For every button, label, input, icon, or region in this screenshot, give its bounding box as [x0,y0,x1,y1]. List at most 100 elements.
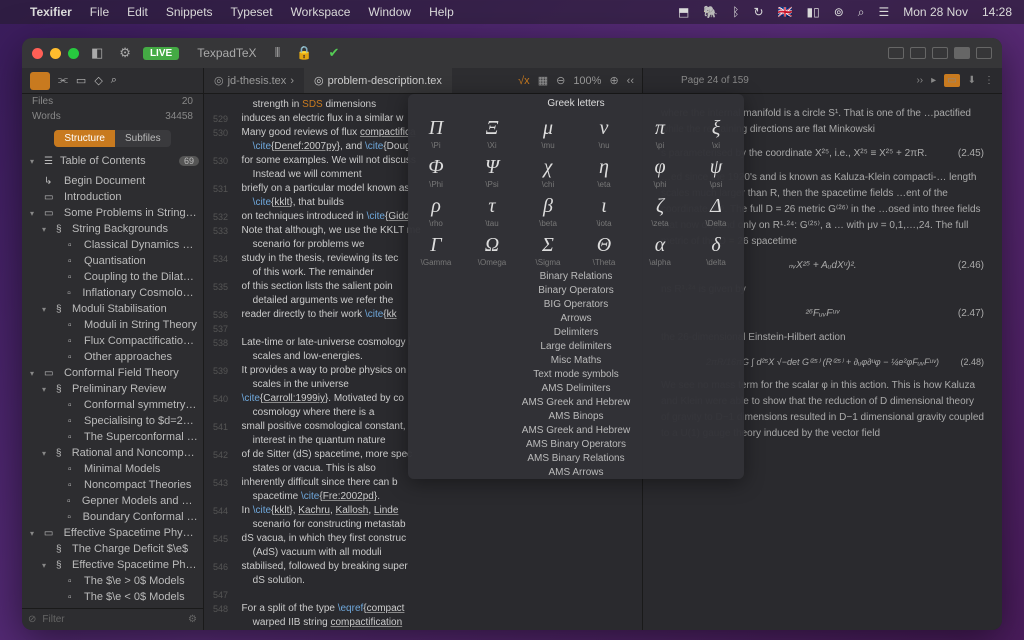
menu-typeset[interactable]: Typeset [231,5,273,19]
layout-btn-3[interactable] [932,47,948,59]
symbol-cell[interactable]: Θ\Theta [576,230,632,269]
outline-item[interactable]: ▾§Preliminary Review [22,381,203,397]
symbol-cell[interactable]: Γ\Gamma [408,230,464,269]
next-page-icon[interactable]: ▸ [931,75,936,86]
outline-item[interactable]: ▫Gepner Models and Exa… [22,493,203,509]
outline-item[interactable]: ▾§Effective Spacetime Ph… [22,557,203,573]
link-icon[interactable]: ⫘ [58,74,68,87]
outline-item[interactable]: ▫Specialising to $d=2… [22,413,203,429]
outline-item[interactable]: ▾▭Conformal Field Theory [22,365,203,381]
symbol-cell[interactable]: τ\tau [464,191,520,230]
toc-header[interactable]: ▾☰ Table of Contents 69 [22,153,203,169]
prev-page-icon[interactable]: ›› [916,75,923,86]
outline-item[interactable]: §The Charge Deficit $\e$ [22,541,203,557]
palette-category[interactable]: Text mode symbols [408,367,744,381]
layout-btn-1[interactable] [888,47,904,59]
symbol-cell[interactable]: Ξ\Xi [464,113,520,152]
symbol-cell[interactable]: Ω\Omega [464,230,520,269]
menu-snippets[interactable]: Snippets [166,5,213,19]
spotlight-icon[interactable]: ⌕ [858,5,865,20]
palette-category[interactable]: AMS Greek and Hebrew [408,395,744,409]
grid-icon[interactable]: ▦ [538,74,548,87]
control-center-icon[interactable]: ☰ [879,5,890,19]
seg-structure[interactable]: Structure [54,130,115,147]
menu-edit[interactable]: Edit [127,5,148,19]
minimize-button[interactable] [50,48,61,59]
symbol-cell[interactable]: α\alpha [632,230,688,269]
symbol-cell[interactable]: ρ\rho [408,191,464,230]
symbol-cell[interactable]: π\pi [632,113,688,152]
battery-icon[interactable]: ▮▯ [806,5,819,19]
zoom-out-icon[interactable]: ⊖ [556,74,565,87]
outline-item[interactable]: ▫Noncompact Theories [22,477,203,493]
date[interactable]: Mon 28 Nov [903,5,968,19]
symbol-cell[interactable]: ι\iota [576,191,632,230]
palette-category[interactable]: AMS Binary Relations [408,451,744,465]
outline-item[interactable]: ▫The $\e > 0$ Models [22,573,203,589]
flag-icon[interactable]: 🇬🇧 [778,5,793,19]
tab-jd-thesis[interactable]: ◎jd-thesis.tex› [204,68,304,93]
symbol-cell[interactable]: μ\mu [520,113,576,152]
layout-btn-4[interactable] [954,47,970,59]
more-icon[interactable]: ⋮ [984,75,994,86]
layout-btn-5[interactable] [976,47,992,59]
symbol-cell[interactable]: β\beta [520,191,576,230]
palette-category[interactable]: Misc Maths [408,353,744,367]
layout-btn-2[interactable] [910,47,926,59]
outline-item[interactable]: ▫Moduli in String Theory [22,317,203,333]
symbol-cell[interactable]: ζ\zeta [632,191,688,230]
outline-item[interactable]: ▾§Rational and Noncompa… [22,445,203,461]
outline-item[interactable]: ▫The $\e < 0$ Models [22,589,203,605]
symbol-cell[interactable]: Φ\Phi [408,152,464,191]
outline-item[interactable]: ▫Boundary Conformal Fi… [22,509,203,525]
outline-item[interactable]: ▾§String Backgrounds [22,221,203,237]
symbol-cell[interactable]: η\eta [576,152,632,191]
check-icon[interactable]: ✔ [324,45,343,61]
menu-window[interactable]: Window [368,5,411,19]
palette-category[interactable]: Large delimiters [408,339,744,353]
symbol-cell[interactable]: ξ\xi [688,113,744,152]
outline-item[interactable]: ▫Inflationary Cosmology … [22,285,203,301]
dropbox-icon[interactable]: ⬒ [678,5,689,19]
outline-item[interactable]: ▾▭Effective Spacetime Physi… [22,525,203,541]
close-button[interactable] [32,48,43,59]
palette-category[interactable]: AMS Arrows [408,465,744,479]
outline-item[interactable]: ▫Other approaches [22,349,203,365]
zoom-in-icon[interactable]: ⊕ [609,74,618,87]
nav-back-icon[interactable]: ‹‹ [627,75,634,87]
outline-item[interactable]: ▭Introduction [22,189,203,205]
fit-icon[interactable]: ▭ [944,74,959,87]
palette-category[interactable]: Delimiters [408,325,744,339]
tag-icon[interactable]: ◇ [94,74,102,87]
symbol-cell[interactable]: Ψ\Psi [464,152,520,191]
live-badge[interactable]: LIVE [143,47,179,60]
lock-icon[interactable]: 🔒 [292,45,316,61]
sidebar-toggle-icon[interactable]: ◧ [87,45,107,61]
outline-item[interactable]: ▫The Superconformal … [22,429,203,445]
palette-category[interactable]: Binary Operators [408,283,744,297]
zoom-button[interactable] [68,48,79,59]
outline-item[interactable]: ▫Conformal symmetry … [22,397,203,413]
export-icon[interactable]: ⬇ [968,75,976,86]
outline-item[interactable]: ▫Quantisation [22,253,203,269]
symbol-cell[interactable]: ν\nu [576,113,632,152]
symbol-cell[interactable]: Δ\Delta [688,191,744,230]
filter-placeholder[interactable]: Filter [42,614,64,625]
engine-label[interactable]: TexpadTeX [197,46,256,60]
palette-category[interactable]: AMS Binary Operators [408,437,744,451]
tab-problem-description[interactable]: ◎problem-description.tex [304,68,452,93]
wifi-icon[interactable]: ⊚ [834,5,844,19]
outline-item[interactable]: ▾▭Some Problems in String … [22,205,203,221]
outline-item[interactable]: ▫Coupling to the Dilato… [22,269,203,285]
symbol-cell[interactable]: Σ\Sigma [520,230,576,269]
toc-tab-icon[interactable] [30,72,50,90]
elephant-icon[interactable]: 🐘 [703,5,718,19]
palette-category[interactable]: AMS Greek and Hebrew [408,423,744,437]
outline-item[interactable]: ▾§Moduli Stabilisation [22,301,203,317]
math-palette-button[interactable]: √x [518,75,530,87]
menu-help[interactable]: Help [429,5,454,19]
palette-category[interactable]: AMS Delimiters [408,381,744,395]
sidebar-segment[interactable]: Structure Subfiles [54,130,170,147]
symbol-cell[interactable]: ψ\psi [688,152,744,191]
outline-item[interactable]: ↳Begin Document [22,173,203,189]
